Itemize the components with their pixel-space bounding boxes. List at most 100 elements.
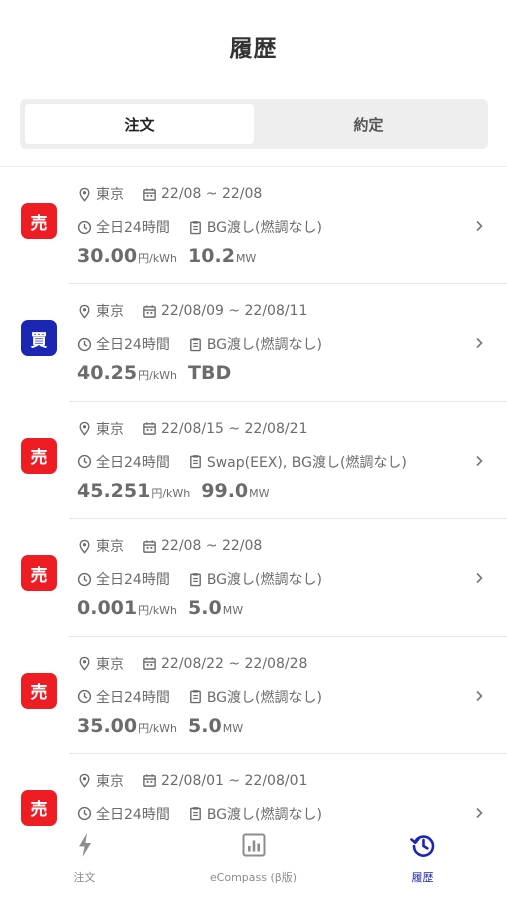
list-item[interactable]: 買 東京 22/08/09 ~ 22/08/11 全日24時間 BG渡し(燃調な… bbox=[0, 284, 507, 402]
chevron-right-icon bbox=[476, 220, 483, 232]
clipboard-icon bbox=[189, 455, 201, 469]
chevron-right-icon bbox=[476, 455, 483, 466]
tabbar-item-order[interactable]: 注文 bbox=[0, 827, 169, 900]
price-value: 30.00 bbox=[77, 245, 138, 267]
side-badge: 売 bbox=[21, 203, 57, 239]
price-value: 35.00 bbox=[77, 714, 138, 737]
delivery-label: BG渡し(燃調なし) bbox=[206, 337, 322, 354]
header: 履歴 bbox=[0, 0, 507, 92]
delivery-label: Swap(EEX), BG渡し(燃調なし) bbox=[206, 454, 407, 471]
chevron-right-icon bbox=[476, 573, 483, 584]
calendar-icon bbox=[143, 657, 156, 670]
price-unit: 円/kWh bbox=[138, 252, 178, 265]
area-label: 東京 bbox=[96, 304, 124, 321]
volume-value: TBD bbox=[188, 362, 232, 385]
calendar-icon bbox=[143, 540, 156, 553]
history-icon bbox=[409, 835, 434, 857]
list-item[interactable]: 売 東京 22/08/15 ~ 22/08/21 全日24時間 Swap(EEX… bbox=[0, 402, 507, 520]
area-label: 東京 bbox=[96, 656, 124, 673]
list-item[interactable]: 売 東京 22/08 ~ 22/08 全日24時間 BG渡し(燃調なし) 0.0… bbox=[0, 519, 507, 637]
delivery-label: BG渡し(燃調なし) bbox=[206, 572, 322, 589]
price-unit: 円/kWh bbox=[138, 369, 178, 383]
price-value: 40.25 bbox=[77, 362, 138, 385]
chart-icon bbox=[242, 833, 265, 857]
volume-value: 10.2 bbox=[188, 245, 235, 267]
clipboard-icon bbox=[189, 807, 201, 821]
side-badge: 買 bbox=[21, 320, 57, 357]
calendar-icon bbox=[143, 305, 156, 318]
list-item[interactable]: 売 東京 22/08/22 ~ 22/08/28 全日24時間 BG渡し(燃調な… bbox=[0, 637, 507, 754]
calendar-icon bbox=[143, 187, 156, 201]
time-label: 全日24時間 bbox=[96, 220, 170, 236]
area-label: 東京 bbox=[96, 773, 124, 790]
volume-value: 99.0 bbox=[201, 479, 249, 502]
delivery-label: BG渡し(燃調なし) bbox=[206, 806, 322, 823]
time-label: 全日24時間 bbox=[96, 689, 170, 706]
bolt-icon bbox=[78, 833, 91, 857]
time-label: 全日24時間 bbox=[96, 572, 170, 589]
period-label: 22/08 ~ 22/08 bbox=[161, 538, 263, 555]
chevron-right-icon bbox=[476, 807, 483, 819]
clock-icon bbox=[77, 337, 92, 352]
clipboard-icon bbox=[189, 338, 201, 352]
location-pin-icon bbox=[79, 187, 90, 202]
time-label: 全日24時間 bbox=[96, 454, 170, 471]
clock-icon bbox=[77, 455, 92, 469]
calendar-icon bbox=[143, 774, 156, 788]
list-item[interactable]: 売 東京 22/08 ~ 22/08 全日24時間 BG渡し(燃調なし) 30.… bbox=[0, 167, 507, 285]
side-badge: 売 bbox=[21, 437, 57, 474]
price-value: 0.001 bbox=[77, 597, 138, 620]
chevron-right-icon bbox=[476, 338, 483, 349]
volume-value: 5.0 bbox=[188, 597, 222, 620]
area-label: 東京 bbox=[96, 187, 124, 203]
period-label: 22/08/09 ~ 22/08/11 bbox=[161, 303, 308, 320]
location-pin-icon bbox=[79, 421, 90, 436]
clipboard-icon bbox=[189, 572, 201, 586]
price-value: 45.251 bbox=[77, 479, 151, 502]
tabbar-label: 注文 bbox=[73, 871, 96, 884]
segmented-control: 注文 約定 bbox=[20, 99, 488, 149]
time-label: 全日24時間 bbox=[96, 337, 170, 354]
price-unit: 円/kWh bbox=[151, 486, 191, 500]
period-label: 22/08/01 ~ 22/08/01 bbox=[161, 772, 308, 789]
area-label: 東京 bbox=[96, 421, 124, 438]
calendar-icon bbox=[143, 422, 156, 436]
volume-unit: MW bbox=[249, 486, 270, 500]
clipboard-icon bbox=[189, 690, 201, 704]
price-unit: 円/kWh bbox=[138, 721, 178, 735]
location-pin-icon bbox=[79, 539, 90, 554]
period-label: 22/08/22 ~ 22/08/28 bbox=[161, 655, 308, 672]
tabbar-item-ecompass[interactable]: eCompass (β版) bbox=[169, 827, 338, 900]
page-title: 履歴 bbox=[229, 36, 278, 62]
clock-icon bbox=[77, 807, 92, 821]
volume-unit: MW bbox=[235, 252, 257, 265]
area-label: 東京 bbox=[96, 539, 124, 556]
clock-icon bbox=[77, 572, 92, 586]
side-badge: 売 bbox=[21, 672, 57, 709]
tabbar-item-history[interactable]: 履歴 bbox=[338, 827, 507, 900]
period-label: 22/08/15 ~ 22/08/21 bbox=[161, 420, 308, 437]
period-label: 22/08 ~ 22/08 bbox=[161, 186, 263, 202]
price-unit: 円/kWh bbox=[138, 604, 178, 618]
location-pin-icon bbox=[79, 656, 90, 671]
delivery-label: BG渡し(燃調なし) bbox=[206, 689, 322, 706]
location-pin-icon bbox=[79, 774, 90, 789]
bottom-tab-bar: 注文 eCompass (β版) 履歴 bbox=[0, 827, 507, 900]
time-label: 全日24時間 bbox=[96, 806, 170, 823]
volume-unit: MW bbox=[222, 721, 244, 735]
order-history-list: 売 東京 22/08 ~ 22/08 全日24時間 BG渡し(燃調なし) 30.… bbox=[0, 167, 507, 827]
volume-value: 5.0 bbox=[188, 714, 222, 737]
list-item[interactable]: 売 東京 22/08/01 ~ 22/08/01 全日24時間 BG渡し(燃調な… bbox=[0, 754, 507, 827]
tabbar-label: 履歴 bbox=[411, 871, 434, 884]
chevron-right-icon bbox=[476, 690, 483, 701]
volume-unit: MW bbox=[222, 604, 244, 618]
side-badge: 売 bbox=[21, 789, 57, 826]
side-badge: 売 bbox=[21, 555, 57, 592]
tab-contract[interactable]: 約定 bbox=[254, 104, 483, 144]
location-pin-icon bbox=[79, 304, 90, 319]
tabbar-label: eCompass (β版) bbox=[209, 871, 298, 884]
delivery-label: BG渡し(燃調なし) bbox=[206, 220, 322, 236]
clock-icon bbox=[77, 689, 92, 704]
clipboard-icon bbox=[189, 220, 201, 234]
tab-order[interactable]: 注文 bbox=[25, 104, 254, 144]
